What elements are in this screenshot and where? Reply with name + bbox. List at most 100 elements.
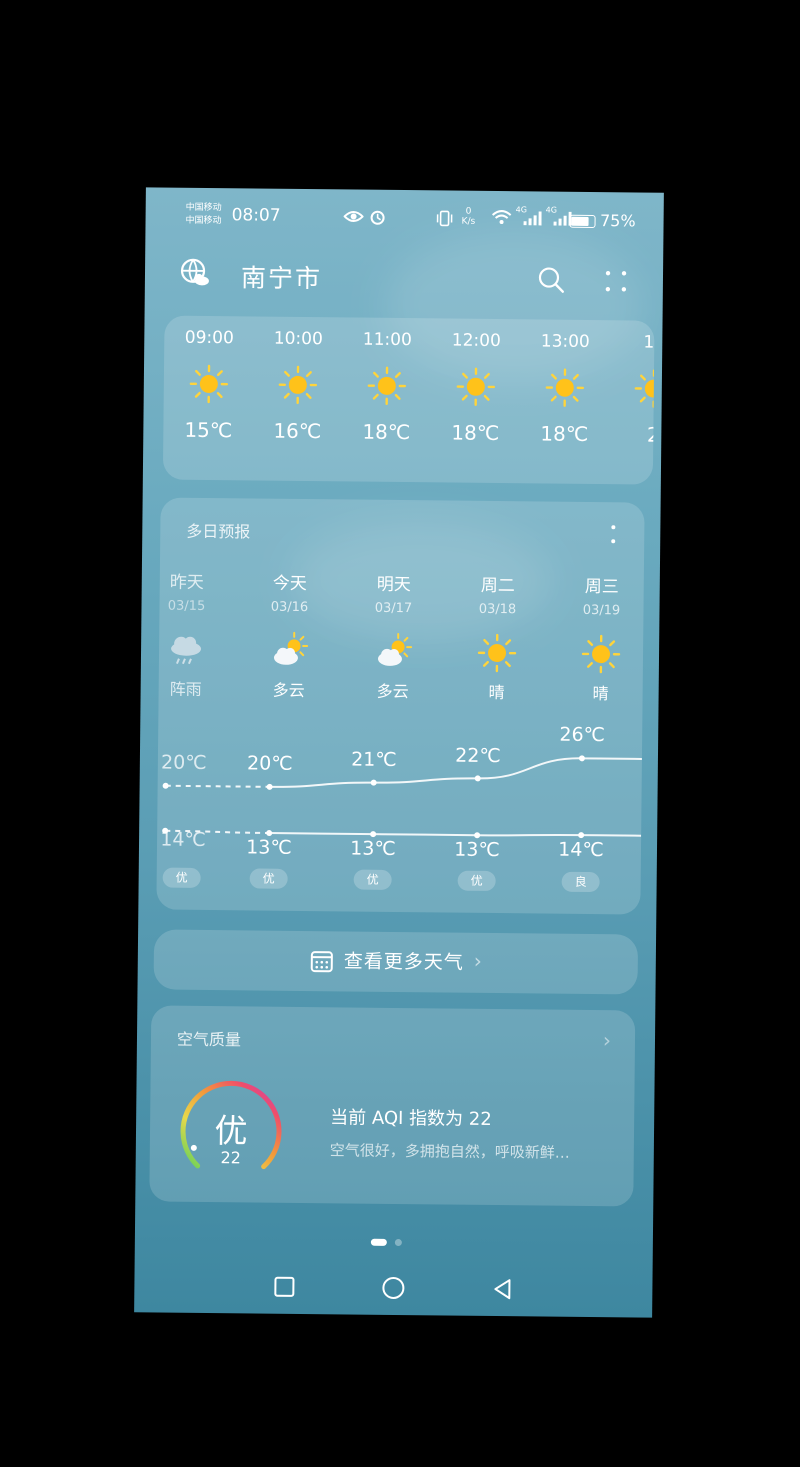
wifi-icon: [491, 210, 512, 225]
daily-item: 周三 03/19 晴: [556, 572, 647, 705]
chevron-right-icon: ›: [473, 948, 482, 973]
low-temp-label: 13℃: [246, 836, 292, 860]
daily-item: 明天 03/17 多云: [348, 569, 439, 702]
day-condition: 多云: [272, 680, 305, 701]
high-temp-point: [162, 782, 169, 789]
day-date: 03/16: [270, 599, 309, 616]
carrier-2: 中国移动: [185, 215, 222, 227]
day-name: 周二: [480, 575, 515, 597]
air-quality-card[interactable]: 空气质量 › 优 22 当前 AQI 指数为 22 空气很好，多拥抱自然，呼吸新…: [149, 1005, 636, 1207]
grid-menu-icon[interactable]: [603, 268, 629, 294]
high-temp-label: 20℃: [160, 751, 207, 775]
signal-bars-icon: [523, 211, 542, 226]
day-name: 周三: [584, 576, 619, 598]
search-icon[interactable]: [537, 265, 565, 293]
alarm-icon: [370, 210, 385, 225]
low-temp-point: [474, 832, 481, 839]
hourly-time: 09:00: [184, 327, 234, 349]
hourly-time: 14: [643, 332, 655, 353]
battery-icon: [569, 214, 597, 229]
day-condition: 多云: [376, 681, 409, 702]
carrier-1: 中国移动: [185, 202, 222, 214]
sun-icon: [456, 367, 496, 406]
city-name[interactable]: 南宁市: [241, 258, 322, 295]
aqi-chip: 优: [353, 869, 392, 890]
sun-icon: [545, 368, 585, 407]
hourly-time: 10:00: [273, 328, 323, 350]
chevron-right-icon[interactable]: ›: [603, 1028, 611, 1052]
net-speed-unit: K/s: [461, 216, 476, 227]
high-temp-point: [266, 783, 273, 790]
calendar-icon: [310, 951, 333, 973]
day-date: 03/18: [478, 601, 517, 618]
day-name: 明天: [376, 574, 411, 596]
day-date: 03/15: [167, 598, 206, 614]
status-bar: 中国移动 中国移动 08:07 0 K/s 4G 4G 75%: [145, 187, 663, 240]
page-dot-active: [370, 1238, 387, 1246]
hourly-temp: 18℃: [362, 419, 411, 445]
back-triangle-icon[interactable]: [490, 1277, 514, 1301]
daily-item: 今天 03/16 多云: [244, 568, 335, 701]
high-temp-label: 26℃: [559, 724, 606, 747]
net-speed-value: 0: [465, 206, 472, 217]
air-quality-title: 空气质量: [176, 1029, 242, 1050]
aqi-description: 空气很好，多拥抱自然，呼吸新鲜…: [329, 1141, 570, 1162]
carrier-info: 中国移动 中国移动: [185, 202, 222, 228]
low-temp-point: [266, 830, 273, 837]
aqi-level: 优: [214, 1111, 248, 1151]
day-date: 03/19: [582, 602, 621, 619]
low-temp-label: 14℃: [558, 838, 604, 862]
low-temp-label: 13℃: [454, 838, 500, 862]
aqi-chip: 优: [249, 868, 288, 889]
rain-cloud-icon: [171, 636, 202, 665]
net-speed: 0 K/s: [462, 207, 476, 227]
hourly-temp: 18℃: [451, 420, 500, 446]
low-temp-label: 13℃: [350, 837, 396, 861]
hourly-item: 09:00 15℃: [173, 328, 244, 443]
low-temp-point: [578, 832, 585, 839]
battery-indicator: 75%: [569, 211, 636, 230]
hourly-forecast-card[interactable]: 09:00 15℃ 10:00 16℃ 11:00 18℃ 12:00 18℃ 13:00 18℃…: [162, 315, 655, 485]
sun-icon: [278, 365, 318, 405]
aqi-headline: 当前 AQI 指数为 22: [330, 1107, 492, 1130]
signal-bars-icon: [553, 211, 572, 226]
sun-icon: [581, 634, 621, 674]
high-temp-label: 21℃: [351, 748, 397, 771]
high-temp-point: [370, 779, 377, 786]
day-condition: 晴: [592, 684, 609, 704]
hourly-time: 13:00: [540, 331, 590, 352]
status-time: 08:07: [231, 205, 281, 226]
sun-icon: [367, 366, 407, 406]
aqi-chip: 优: [162, 867, 201, 888]
hourly-item: 13:00 18℃: [529, 331, 600, 446]
low-temp-line: [269, 832, 642, 837]
sun-icon: [189, 364, 229, 404]
day-name: 昨天: [169, 572, 204, 593]
aqi-value: 22: [220, 1148, 242, 1168]
daily-forecast-title: 多日预报: [186, 521, 251, 542]
daily-forecast-card[interactable]: 多日预报 昨天 03/15 阵雨 今天 03/16 多云 明天 03/17 多云 周二 03/…: [156, 497, 647, 915]
high-temp-label: 22℃: [455, 744, 501, 767]
globe-cloud-icon[interactable]: [180, 258, 210, 288]
high-temp-point: [474, 775, 481, 782]
hourly-temp: 18℃: [540, 421, 589, 446]
daily-item: 昨天 03/15 阵雨: [141, 567, 232, 700]
day-date: 03/17: [374, 600, 413, 617]
aqi-chip: 优: [457, 870, 496, 892]
home-circle-icon[interactable]: [381, 1276, 405, 1300]
hourly-temp: 15℃: [184, 417, 233, 443]
sun-icon: [634, 369, 655, 408]
hourly-item: 10:00 16℃: [262, 329, 333, 444]
aqi-chip: 良: [561, 871, 600, 893]
recents-square-icon[interactable]: [272, 1275, 296, 1299]
kebab-menu-icon[interactable]: [610, 524, 616, 544]
day-condition: 阵雨: [169, 679, 202, 699]
partly-cloudy-icon: [377, 632, 413, 666]
low-temp-point: [370, 831, 377, 838]
low-temp-label: 14℃: [160, 828, 206, 852]
sun-icon: [477, 633, 517, 673]
app-header: 南宁市: [145, 247, 664, 308]
more-weather-button[interactable]: 查看更多天气 ›: [153, 929, 639, 995]
eye-icon: [343, 211, 364, 222]
page-dot: [394, 1238, 402, 1247]
